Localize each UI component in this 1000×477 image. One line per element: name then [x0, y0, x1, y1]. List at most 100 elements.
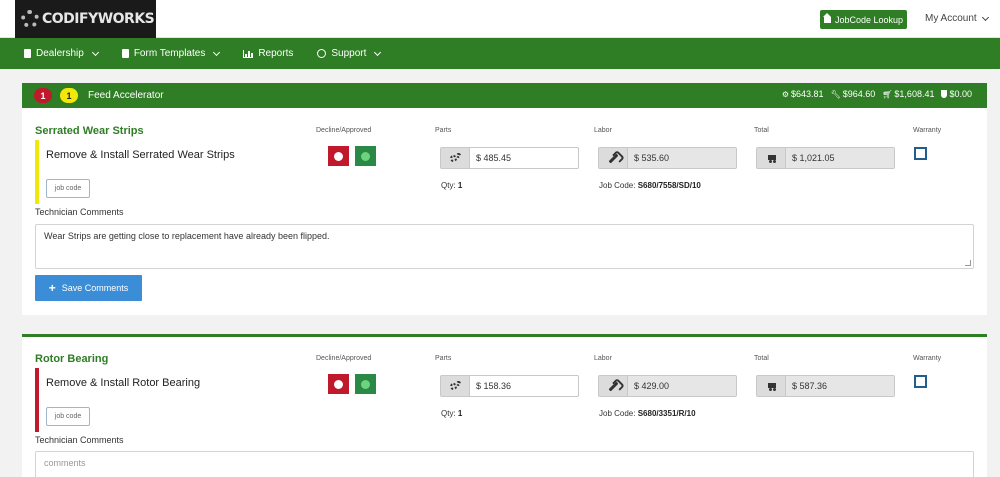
nav-item-label: Dealership — [36, 48, 84, 59]
grand-total-value: $1,608.41 — [894, 89, 935, 99]
item-title: Rotor Bearing — [35, 353, 109, 365]
wrench-icon — [599, 376, 628, 396]
chevron-down-icon — [981, 13, 989, 21]
total-price-value: $ 587.36 — [786, 376, 894, 396]
warranty-label: Warranty — [913, 127, 942, 134]
decline-toggle[interactable] — [328, 374, 349, 394]
wrench-icon: 🔧︎ — [830, 89, 841, 99]
qty-label: Qty: — [441, 181, 456, 190]
job-code-text: Job Code: S680/7558/SD/10 — [599, 181, 701, 190]
save-comments-button[interactable]: + Save Comments — [35, 275, 142, 301]
line-item-card: Serrated Wear Strips Decline/Approved Pa… — [22, 108, 987, 315]
nav-item-dealership[interactable]: Dealership — [24, 48, 99, 59]
qty-text: Qty: 1 — [441, 409, 462, 418]
labor-total-value: $964.60 — [842, 89, 876, 99]
approve-toggle[interactable] — [355, 374, 376, 394]
wrench-icon — [599, 148, 628, 168]
section-header-feed-accelerator[interactable]: 1 1 Feed Accelerator ⚙ $643.81 🔧︎ $964.60 … — [22, 83, 987, 108]
parts-price-value: $ 485.45 — [476, 153, 512, 163]
gears-icon — [441, 148, 470, 168]
document-icon — [121, 49, 129, 58]
labor-label: Labor — [594, 355, 612, 362]
my-account-label: My Account — [925, 13, 977, 24]
jobcode-lookup-button[interactable]: JobCode Lookup — [820, 10, 907, 29]
warranty-total: $0.00 — [941, 89, 972, 99]
resize-handle-icon[interactable] — [965, 260, 971, 266]
decline-dot-icon — [334, 151, 343, 161]
total-label: Total — [754, 355, 769, 362]
warranty-label: Warranty — [913, 355, 942, 362]
main-nav: Dealership Form Templates Reports Suppor… — [0, 38, 1000, 69]
warranty-checkbox[interactable] — [914, 375, 927, 388]
jobcode-lookup-label: JobCode Lookup — [834, 14, 904, 25]
parts-label: Parts — [435, 127, 452, 134]
document-icon — [24, 49, 31, 58]
pending-count-badge: 1 — [60, 88, 78, 103]
item-description: Remove & Install Serrated Wear Strips — [46, 149, 235, 161]
cart-icon: 🛒︎ — [882, 89, 893, 99]
decline-dot-icon — [334, 379, 343, 389]
codifyworks-logo[interactable]: CODIFYWORKS — [15, 0, 156, 38]
plus-icon: + — [48, 281, 56, 295]
shield-icon — [941, 90, 948, 98]
labor-total: 🔧︎ $964.60 — [831, 89, 876, 99]
labor-label: Labor — [594, 127, 612, 134]
nav-item-label: Support — [331, 48, 367, 59]
technician-comments-textarea[interactable]: comments — [35, 451, 974, 477]
globe-icon — [317, 49, 327, 58]
parts-label: Parts — [435, 355, 452, 362]
comment-text: Wear Strips are getting close to replace… — [44, 231, 330, 241]
warranty-checkbox[interactable] — [914, 147, 927, 160]
parts-price-value: $ 158.36 — [476, 381, 512, 391]
section-totals: ⚙ $643.81 🔧︎ $964.60 🛒︎ $1,608.41 $0.00 — [782, 89, 972, 99]
qty-value: 1 — [457, 181, 463, 190]
item-description: Remove & Install Rotor Bearing — [46, 377, 201, 389]
cart-icon — [757, 148, 786, 168]
decline-approved-label: Decline/Approved — [316, 127, 372, 134]
labor-price-field: $ 429.00 — [598, 375, 737, 397]
total-price-field: $ 587.36 — [756, 375, 895, 397]
chevron-down-icon — [374, 48, 382, 56]
gears-icon: ⚙ — [781, 89, 790, 99]
my-account-menu[interactable]: My Account — [925, 13, 989, 24]
save-comments-label: Save Comments — [61, 283, 129, 293]
declined-count-badge: 1 — [34, 88, 52, 103]
nav-item-reports[interactable]: Reports — [243, 48, 293, 59]
gear-logo-icon — [21, 10, 39, 28]
comments-placeholder: comments — [44, 458, 86, 468]
technician-comments-label: Technician Comments — [35, 435, 124, 445]
technician-comments-textarea[interactable]: Wear Strips are getting close to replace… — [35, 224, 974, 269]
approve-toggle[interactable] — [355, 146, 376, 166]
labor-price-value: $ 535.60 — [628, 148, 736, 168]
warranty-total-value: $0.00 — [949, 89, 972, 99]
parts-price-field[interactable]: $ 485.45 — [440, 147, 579, 169]
grand-total: 🛒︎ $1,608.41 — [882, 89, 934, 99]
parts-total-value: $643.81 — [791, 89, 824, 99]
total-label: Total — [754, 127, 769, 134]
technician-comments-label: Technician Comments — [35, 207, 124, 217]
parts-price-field[interactable]: $ 158.36 — [440, 375, 579, 397]
building-icon — [822, 12, 831, 23]
job-code-text: Job Code: S680/3351/R/10 — [599, 409, 696, 418]
labor-price-field: $ 535.60 — [598, 147, 737, 169]
approve-dot-icon — [361, 151, 370, 161]
labor-price-value: $ 429.00 — [628, 376, 736, 396]
cart-icon — [757, 376, 786, 396]
job-code-value: S680/3351/R/10 — [637, 409, 696, 418]
chevron-down-icon — [213, 48, 221, 56]
decline-toggle[interactable] — [328, 146, 349, 166]
chevron-down-icon — [91, 48, 99, 56]
nav-item-support[interactable]: Support — [317, 48, 382, 59]
section-title: Feed Accelerator — [88, 90, 164, 101]
job-code-label: Job Code: — [599, 409, 636, 418]
parts-total: ⚙ $643.81 — [782, 89, 824, 99]
nav-item-label: Form Templates — [133, 48, 206, 59]
total-price-field: $ 1,021.05 — [756, 147, 895, 169]
job-code-value: S680/7558/SD/10 — [637, 181, 701, 190]
nav-item-form-templates[interactable]: Form Templates — [121, 48, 221, 59]
job-code-button[interactable]: job code — [46, 407, 90, 426]
job-code-button[interactable]: job code — [46, 179, 90, 198]
qty-label: Qty: — [441, 409, 456, 418]
gears-icon — [441, 376, 470, 396]
nav-item-label: Reports — [258, 48, 294, 59]
